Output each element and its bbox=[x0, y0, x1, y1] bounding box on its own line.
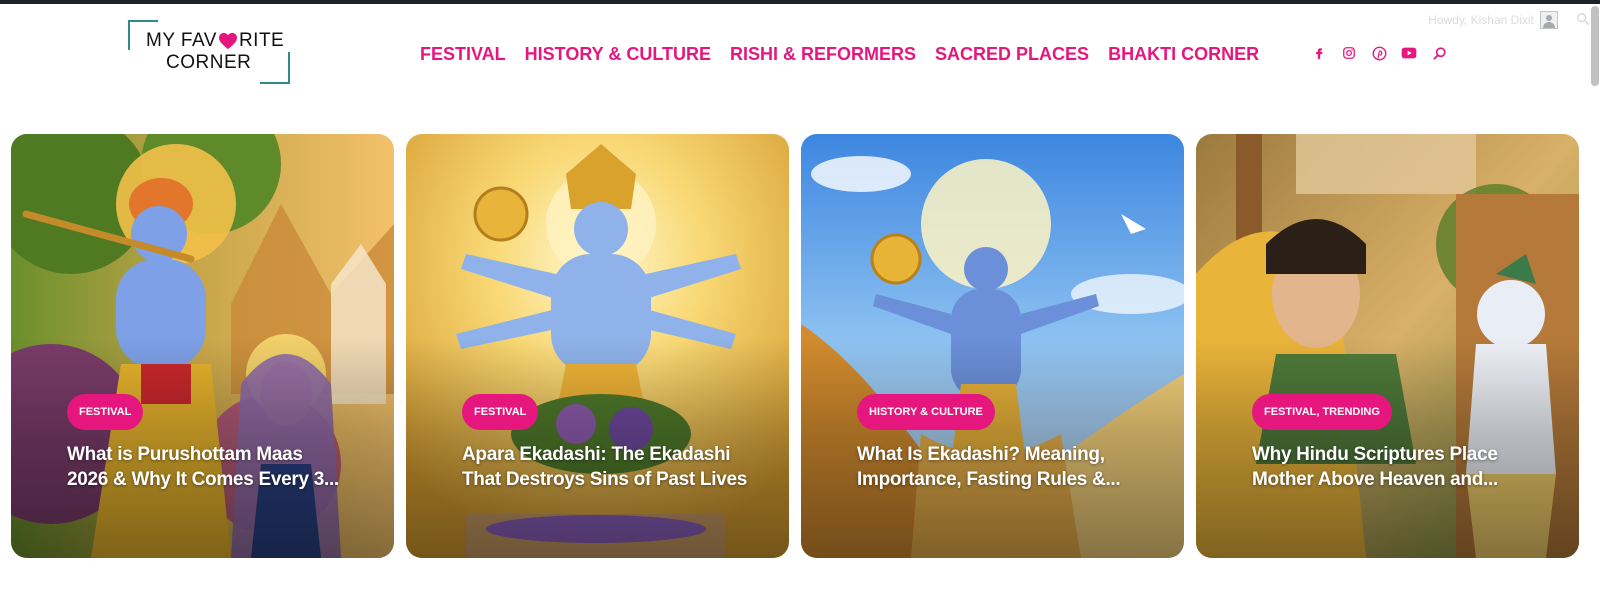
nav-sacred-places[interactable]: SACRED PLACES bbox=[935, 44, 1089, 65]
post-title-line-2[interactable]: Importance, Fasting Rules &... bbox=[857, 467, 1137, 492]
main-nav: FESTIVAL HISTORY & CULTURE RISHI & REFOR… bbox=[420, 44, 1259, 65]
logo-text-b: RITE bbox=[238, 30, 285, 51]
post-title-line-1[interactable]: Apara Ekadashi: The Ekadashi bbox=[462, 442, 742, 467]
category-badge[interactable]: FESTIVAL bbox=[462, 394, 539, 430]
logo-frame-bottom-right bbox=[260, 52, 290, 84]
image-overlay bbox=[801, 134, 1184, 558]
admin-greeting[interactable]: Howdy, Kishan Dixit bbox=[1428, 11, 1558, 29]
logo-line-2: CORNER bbox=[166, 52, 252, 73]
post-title-line-1[interactable]: What Is Ekadashi? Meaning, bbox=[857, 442, 1137, 467]
site-logo[interactable]: MY FAV RITE CORNER bbox=[128, 20, 290, 84]
nav-history-culture[interactable]: HISTORY & CULTURE bbox=[525, 44, 711, 65]
post-card[interactable]: HISTORY & CULTURE What Is Ekadashi? Mean… bbox=[801, 134, 1184, 558]
category-badge[interactable]: FESTIVAL, TRENDING bbox=[1252, 394, 1392, 430]
post-title-line-2[interactable]: That Destroys Sins of Past Lives bbox=[462, 467, 747, 492]
youtube-icon[interactable] bbox=[1400, 44, 1418, 62]
pinterest-icon[interactable] bbox=[1370, 44, 1388, 62]
facebook-icon[interactable] bbox=[1310, 44, 1328, 62]
nav-rishi-reformers[interactable]: RISHI & REFORMERS bbox=[730, 44, 916, 65]
image-overlay bbox=[1196, 134, 1579, 558]
social-links bbox=[1310, 44, 1448, 62]
post-title-line-2[interactable]: 2026 & Why It Comes Every 3... bbox=[67, 467, 347, 492]
category-badge[interactable]: HISTORY & CULTURE bbox=[857, 394, 995, 430]
post-title-line-1[interactable]: What is Purushottam Maas bbox=[67, 442, 347, 467]
nav-bhakti-corner[interactable]: BHAKTI CORNER bbox=[1108, 44, 1259, 65]
logo-line-1: MY FAV RITE bbox=[146, 30, 284, 52]
admin-search-icon[interactable] bbox=[1576, 12, 1590, 26]
post-title-line-2[interactable]: Mother Above Heaven and... bbox=[1252, 467, 1532, 492]
search-icon[interactable] bbox=[1430, 44, 1448, 62]
post-title[interactable]: What Is Ekadashi? Meaning, Importance, F… bbox=[857, 442, 1137, 492]
post-title[interactable]: Why Hindu Scriptures Place Mother Above … bbox=[1252, 442, 1532, 492]
admin-bar bbox=[0, 0, 1600, 4]
post-title-line-1[interactable]: Why Hindu Scriptures Place bbox=[1252, 442, 1532, 467]
heart-icon bbox=[218, 32, 237, 50]
logo-text-a: MY FAV bbox=[146, 30, 217, 51]
post-card[interactable]: FESTIVAL What is Purushottam Maas 2026 &… bbox=[11, 134, 394, 558]
admin-greeting-text[interactable]: Howdy, Kishan Dixit bbox=[1428, 13, 1534, 27]
featured-posts: FESTIVAL What is Purushottam Maas 2026 &… bbox=[11, 134, 1579, 558]
instagram-icon[interactable] bbox=[1340, 44, 1358, 62]
post-title[interactable]: Apara Ekadashi: The Ekadashi That Destro… bbox=[462, 442, 747, 492]
nav-festival[interactable]: FESTIVAL bbox=[420, 44, 506, 65]
post-card[interactable]: FESTIVAL Apara Ekadashi: The Ekadashi Th… bbox=[406, 134, 789, 558]
avatar[interactable] bbox=[1540, 11, 1558, 29]
post-title[interactable]: What is Purushottam Maas 2026 & Why It C… bbox=[67, 442, 347, 492]
scrollbar[interactable] bbox=[1591, 6, 1599, 86]
post-card[interactable]: FESTIVAL, TRENDING Why Hindu Scriptures … bbox=[1196, 134, 1579, 558]
image-overlay bbox=[11, 134, 394, 558]
image-overlay bbox=[406, 134, 789, 558]
category-badge[interactable]: FESTIVAL bbox=[67, 394, 144, 430]
